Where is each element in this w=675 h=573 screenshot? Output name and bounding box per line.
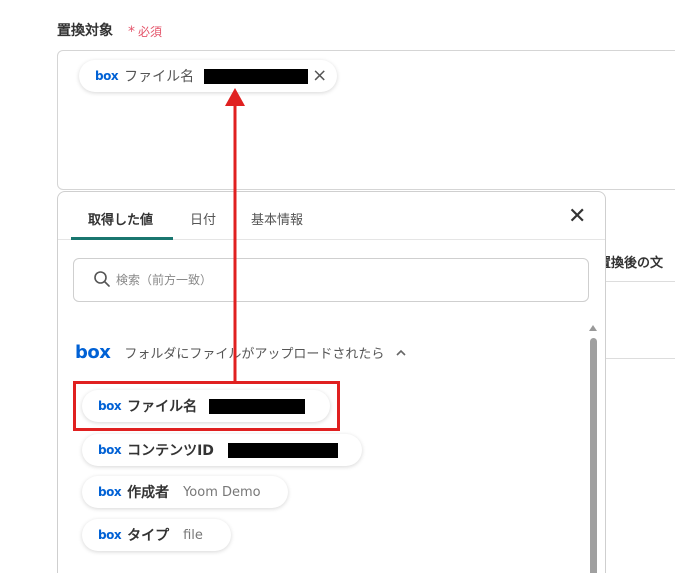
tab-bar: 取得した値 日付 基本情報 ✕ — [58, 192, 605, 240]
close-icon[interactable]: ✕ — [568, 206, 586, 228]
scrollbar-thumb[interactable] — [590, 338, 597, 573]
item-label: 作成者 — [127, 485, 170, 501]
divider — [606, 281, 675, 282]
item-value: file — [183, 527, 203, 543]
tab-date[interactable]: 日付 — [190, 209, 216, 228]
item-label: コンテンツID — [127, 443, 214, 459]
box-logo-icon: box — [98, 485, 122, 499]
selected-chip[interactable]: box ファイル名 × — [79, 60, 338, 92]
highlight-box — [73, 381, 340, 431]
search-icon — [94, 271, 110, 287]
item-label: タイプ — [127, 528, 170, 544]
divider — [606, 358, 675, 359]
section-header[interactable]: box フォルダにファイルがアップロードされたら — [75, 342, 406, 363]
redacted-value — [204, 68, 309, 84]
box-logo-icon: box — [98, 443, 122, 457]
list-item-content-id[interactable]: box コンテンツID — [82, 434, 362, 466]
scroll-up-arrow[interactable] — [589, 325, 597, 331]
section-title: フォルダにファイルがアップロードされたら — [124, 347, 385, 362]
list-item-type[interactable]: box タイプ file — [82, 519, 231, 551]
tab-basic-info[interactable]: 基本情報 — [251, 209, 303, 228]
close-icon[interactable]: × — [312, 67, 327, 85]
box-logo-icon: box — [75, 342, 111, 363]
replace-after-label: 置換後の文 — [598, 256, 664, 271]
tab-acquired-values[interactable]: 取得した値 — [88, 209, 153, 228]
box-logo-icon: box — [95, 69, 119, 83]
item-value: Yoom Demo — [183, 484, 261, 500]
selected-chip-label: ファイル名 — [124, 69, 195, 85]
required-star: * — [128, 24, 135, 40]
active-tab-underline — [71, 237, 173, 240]
list-item-creator[interactable]: box 作成者 Yoom Demo — [82, 476, 288, 508]
redacted-value — [227, 442, 338, 458]
box-logo-icon: box — [98, 528, 122, 542]
search-box — [73, 258, 589, 302]
field-label: 置換対象 — [57, 23, 113, 39]
chevron-up-icon[interactable] — [396, 348, 406, 358]
search-input[interactable] — [116, 267, 556, 293]
required-text: 必須 — [138, 25, 163, 39]
required-indicator: * 必須 — [128, 23, 162, 40]
